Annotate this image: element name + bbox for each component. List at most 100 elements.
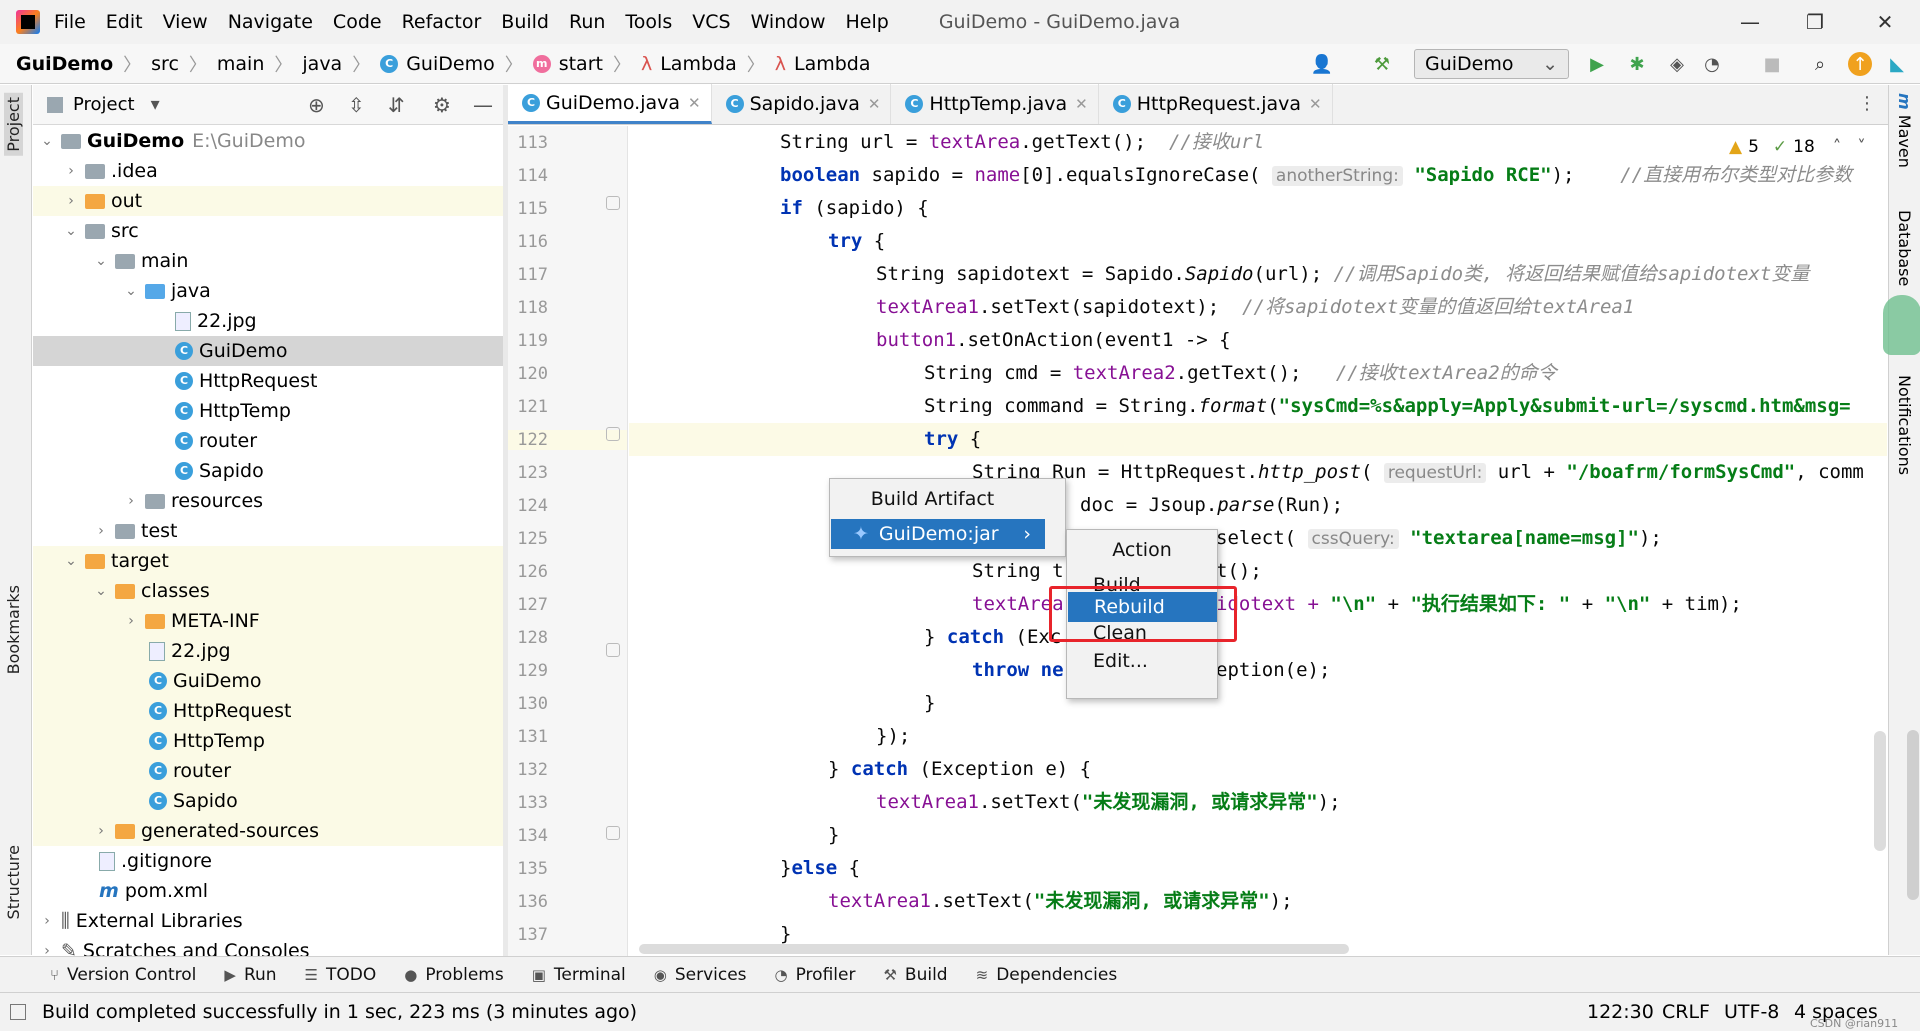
version-control-tool[interactable]: ⑂ Version Control [50,965,196,985]
tab-guidemo[interactable]: C GuiDemo.java ✕ [508,84,712,124]
tree-item[interactable]: C HttpTemp [33,726,503,756]
fold-icon[interactable] [606,826,620,840]
line-separator[interactable]: CRLF [1662,1001,1710,1023]
tree-item[interactable]: .gitignore [33,846,503,876]
stop-icon[interactable]: ■ [1760,52,1784,76]
gear-icon[interactable]: ⚙ [433,93,451,117]
caret-position[interactable]: 122:30 [1587,1001,1654,1023]
menu-file[interactable]: File [54,11,86,33]
maven-tool-tab[interactable]: m Maven [1895,93,1914,168]
tab-httprequest[interactable]: C HttpRequest.java ✕ [1099,84,1333,124]
breadcrumb-project[interactable]: GuiDemo [16,53,113,75]
hide-icon[interactable]: — [473,93,493,117]
menu-tools[interactable]: Tools [625,11,672,33]
tree-item[interactable]: C GuiDemo [33,666,503,696]
close-icon[interactable]: ✕ [1855,0,1915,44]
tree-item[interactable]: › ✎ Scratches and Consoles [33,936,503,956]
action-edit[interactable]: Edit... [1067,646,1217,676]
menu-window[interactable]: Window [751,11,826,33]
locate-icon[interactable]: ⊕ [308,93,325,117]
code-editor[interactable]: String url = textArea.getText(); //接收url… [629,126,1887,956]
close-icon[interactable]: ✕ [1309,95,1322,113]
tree-item[interactable]: C GuiDemo [33,336,503,366]
tree-item[interactable]: ⌄ target [33,546,503,576]
tree-item[interactable]: ⌄ src [33,216,503,246]
menu-view[interactable]: View [163,11,208,33]
close-icon[interactable]: ✕ [1075,95,1088,113]
status-message[interactable]: Build completed successfully in 1 sec, 2… [42,1001,637,1023]
jetbrains-icon[interactable]: ◣ [1885,52,1909,76]
breadcrumb-method[interactable]: start [559,53,603,75]
menu-navigate[interactable]: Navigate [228,11,313,33]
breadcrumb-lambda-1[interactable]: Lambda [660,53,737,75]
tree-item[interactable]: m pom.xml [33,876,503,906]
fold-icon[interactable] [606,427,620,441]
tree-item[interactable]: › ⫼ External Libraries [33,906,503,936]
project-tool-tab[interactable]: Project [4,93,23,156]
tree-item[interactable]: › out [33,186,503,216]
fold-icon[interactable] [606,196,620,210]
tree-item[interactable]: C Sapido [33,456,503,486]
project-panel-title[interactable]: Project [73,94,135,115]
menu-run[interactable]: Run [569,11,605,33]
coverage-icon[interactable]: ◈ [1665,52,1689,76]
structure-tool-tab[interactable]: Structure [4,845,23,919]
tree-item[interactable]: ⌄ GuiDemo E:\GuiDemo [33,126,503,156]
tree-item[interactable]: 22.jpg [33,636,503,666]
tree-item[interactable]: 22.jpg [33,306,503,336]
build-tool[interactable]: ⚒ Build [883,965,947,985]
minimize-icon[interactable]: — [1720,0,1780,44]
tab-sapido[interactable]: C Sapido.java ✕ [712,84,892,124]
breadcrumb-lambda-2[interactable]: Lambda [794,53,871,75]
tree-item[interactable]: › resources [33,486,503,516]
tool-windows-icon[interactable] [10,1004,26,1020]
restore-icon[interactable]: ❐ [1785,0,1845,44]
collapse-all-icon[interactable]: ⇵ [388,93,405,117]
services-tool[interactable]: ◉ Services [654,965,747,985]
tree-item[interactable]: C HttpTemp [33,396,503,426]
run-configuration-select[interactable]: GuiDemo ⌄ [1414,49,1569,79]
run-tool[interactable]: ▶ Run [224,965,276,985]
horizontal-scrollbar[interactable] [639,944,1349,954]
database-tool-tab[interactable]: Database [1895,210,1914,286]
build-hammer-icon[interactable]: ⚒ [1370,52,1394,76]
tree-item[interactable]: Crouter [33,426,503,456]
tree-item[interactable]: › generated-sources [33,816,503,846]
menu-code[interactable]: Code [333,11,382,33]
user-icon[interactable]: 👤 [1310,52,1334,76]
todo-tool[interactable]: ☰ TODO [305,965,377,985]
menu-build[interactable]: Build [501,11,549,33]
bookmarks-tool-tab[interactable]: Bookmarks [4,585,23,674]
close-icon[interactable]: ✕ [868,95,881,113]
profile-icon[interactable]: ◔ [1700,52,1724,76]
tree-item[interactable]: C HttpRequest [33,366,503,396]
close-icon[interactable]: ✕ [688,94,701,112]
tab-httptemp[interactable]: C HttpTemp.java ✕ [891,84,1099,124]
menu-vcs[interactable]: VCS [692,11,730,33]
search-icon[interactable]: ⌕ [1808,52,1832,76]
tree-item[interactable]: › test [33,516,503,546]
tree-item[interactable]: ⌄ main [33,246,503,276]
vertical-scrollbar[interactable] [1874,731,1886,851]
breadcrumb-main[interactable]: main [217,53,264,75]
menu-refactor[interactable]: Refactor [402,11,482,33]
terminal-tool[interactable]: ▣ Terminal [532,965,626,985]
menu-edit[interactable]: Edit [106,11,143,33]
expand-all-icon[interactable]: ⇳ [348,93,365,117]
profiler-tool[interactable]: ◔ Profiler [775,965,856,985]
breadcrumb-class[interactable]: GuiDemo [406,53,495,75]
tree-item[interactable]: › META-INF [33,606,503,636]
tree-item[interactable]: ⌄ java [33,276,503,306]
artifact-item-guidemo-jar[interactable]: ✦ GuiDemo:jar › [831,519,1045,549]
menu-help[interactable]: Help [845,11,888,33]
run-icon[interactable]: ▶ [1585,52,1609,76]
chevron-down-icon[interactable]: ˅ [1857,137,1866,157]
fold-icon[interactable] [606,643,620,657]
tree-item[interactable]: C HttpRequest [33,696,503,726]
dependencies-tool[interactable]: ≋ Dependencies [976,965,1118,985]
inspection-widget[interactable]: ▲ 5 ✓ 18 ˄ ˅ [1729,134,1887,160]
tree-item[interactable]: › .idea [33,156,503,186]
file-encoding[interactable]: UTF-8 [1724,1001,1779,1023]
chevron-down-icon[interactable]: ▾ [151,94,160,115]
tree-item[interactable]: Crouter [33,756,503,786]
